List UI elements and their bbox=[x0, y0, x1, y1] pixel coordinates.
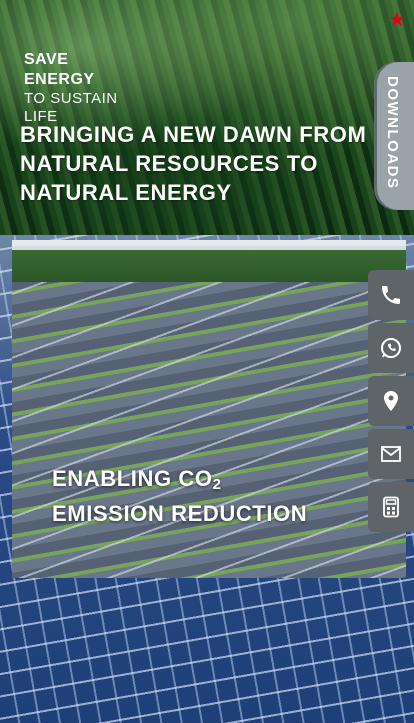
phone-icon bbox=[382, 286, 400, 304]
email-button[interactable] bbox=[368, 429, 414, 479]
location-button[interactable] bbox=[368, 376, 414, 426]
star-logo-icon[interactable]: ★ bbox=[386, 8, 408, 30]
downloads-tab[interactable]: DOWNLOADS bbox=[374, 62, 414, 210]
brand-line-sustain: TO SUSTAIN bbox=[24, 90, 118, 107]
brand-line-save: SAVE bbox=[24, 51, 69, 68]
calculator-button[interactable] bbox=[368, 482, 414, 532]
hero-title: BRINGING A NEW DAWN FROM NATURAL RESOURC… bbox=[20, 122, 367, 205]
video-title-line2: EMISSION REDUCTION bbox=[52, 501, 308, 526]
brand-tagline: SAVE ENERGY TO SUSTAIN LIFE bbox=[24, 50, 118, 126]
phone-button[interactable] bbox=[368, 270, 414, 320]
calculator-icon bbox=[383, 496, 399, 518]
whatsapp-icon bbox=[381, 338, 401, 358]
video-title: ENABLING CO2 EMISSION REDUCTION bbox=[52, 464, 307, 528]
co2-subscript: 2 bbox=[212, 476, 222, 493]
solar-field-video[interactable]: ENABLING CO2 EMISSION REDUCTION bbox=[12, 240, 406, 578]
email-icon bbox=[381, 446, 401, 462]
whatsapp-button[interactable] bbox=[368, 323, 414, 373]
tree-line bbox=[12, 250, 406, 282]
downloads-label: DOWNLOADS bbox=[384, 76, 401, 190]
hero-banner: ★ SAVE ENERGY TO SUSTAIN LIFE BRINGING A… bbox=[0, 0, 414, 235]
location-pin-icon bbox=[384, 391, 398, 411]
brand-line-energy: ENERGY bbox=[24, 71, 95, 88]
video-title-line1: ENABLING CO bbox=[52, 466, 213, 491]
contact-sidebar bbox=[368, 270, 414, 535]
